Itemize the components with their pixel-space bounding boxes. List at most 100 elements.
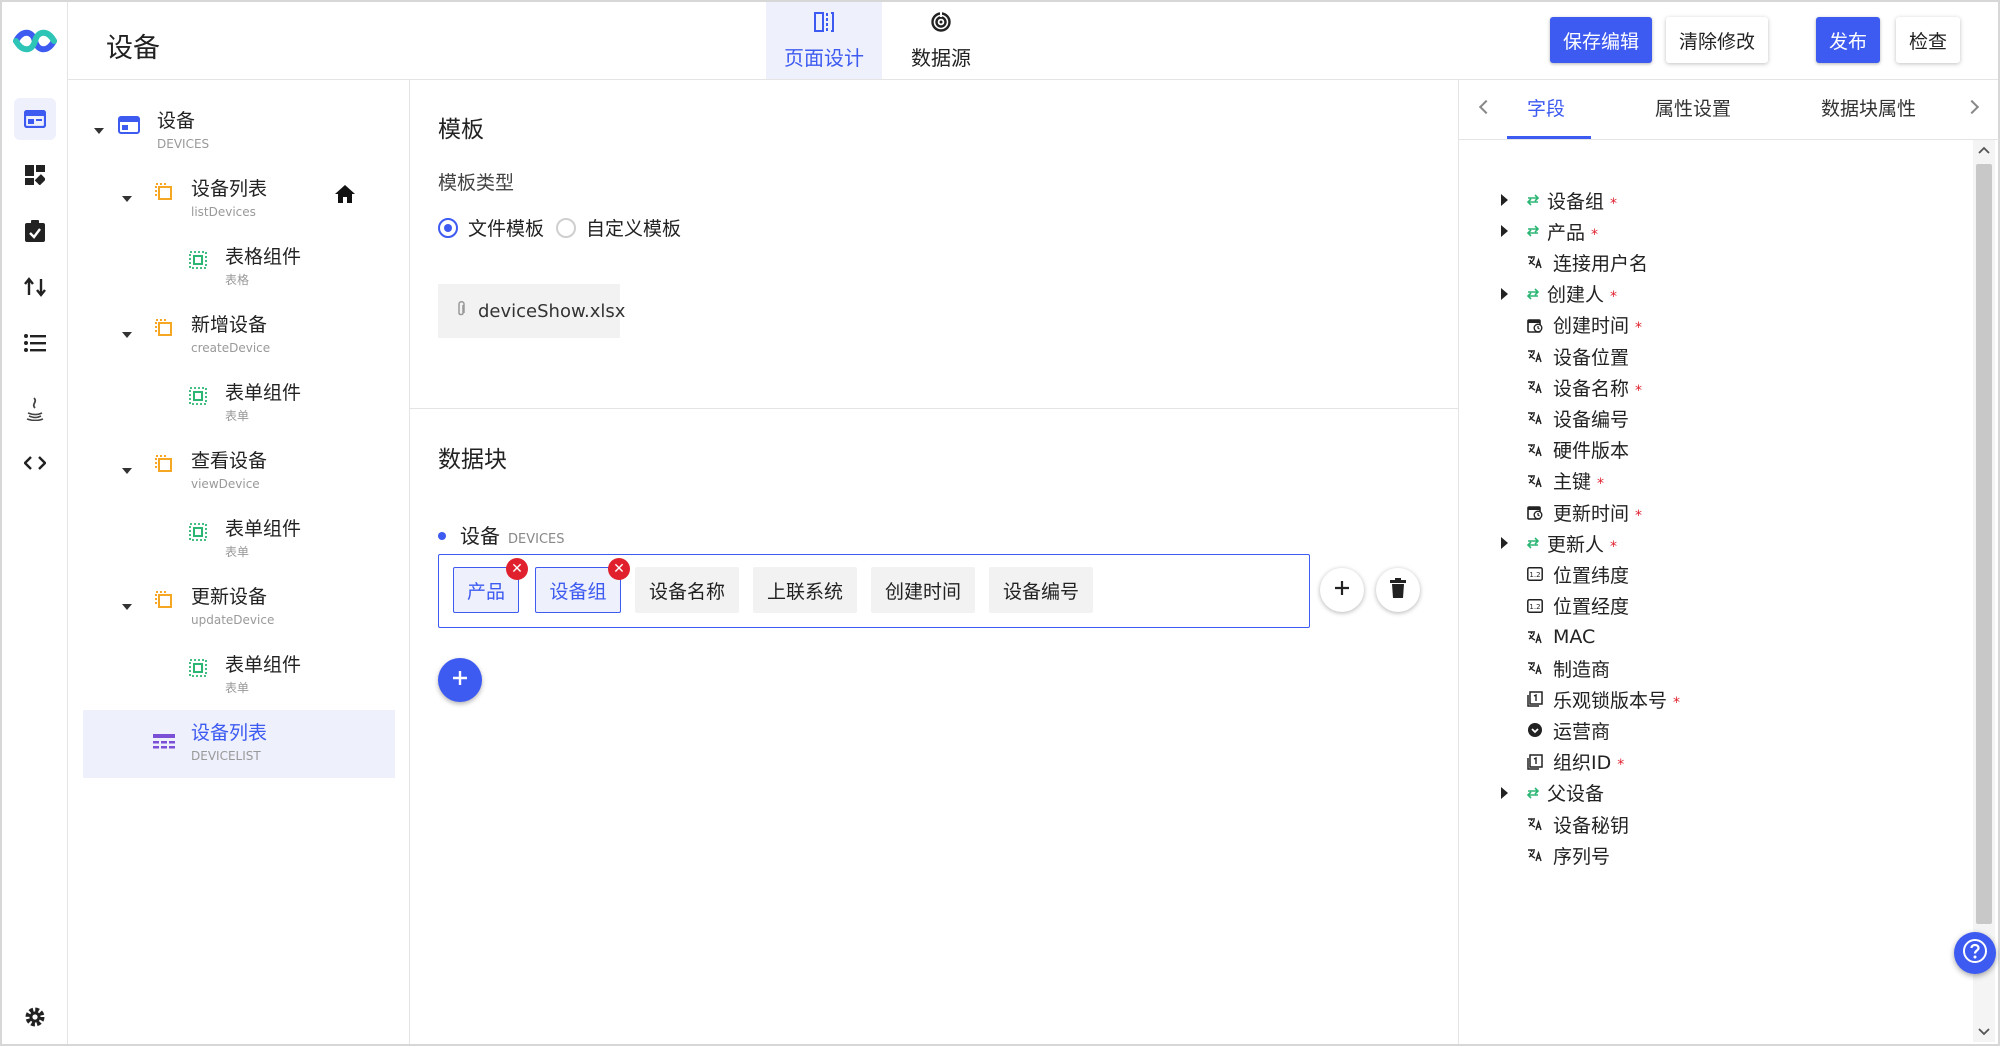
datablock-field-box[interactable]: 产品 ✕ 设备组 ✕ 设备名称 上联系统 创建时间 设备编号 xyxy=(438,554,1310,628)
tree-node-update-device[interactable]: 更新设备 updateDevice xyxy=(68,586,388,632)
enum-icon xyxy=(1525,720,1545,740)
chevron-right-icon[interactable] xyxy=(1964,99,1980,115)
tab-property-settings[interactable]: 属性设置 xyxy=(1655,94,1731,121)
tree-node-form-component[interactable]: 表单组件 表单 xyxy=(68,518,388,564)
tree-node-list-devices[interactable]: 设备列表 listDevices xyxy=(68,178,388,224)
tree-node-sub: 表单 xyxy=(225,409,250,423)
clear-changes-button[interactable]: 清除修改 xyxy=(1666,17,1768,63)
flow-icon[interactable] xyxy=(14,266,56,308)
field-row[interactable]: 设备秘钥 xyxy=(1459,809,1959,839)
field-row[interactable]: 更新人 * xyxy=(1459,528,1959,558)
field-row[interactable]: 设备位置 xyxy=(1459,341,1959,371)
tab-datasource[interactable]: 数据源 xyxy=(883,2,999,79)
tree-node-form-component[interactable]: 表单组件 表单 xyxy=(68,382,388,428)
code-icon[interactable] xyxy=(14,442,56,484)
template-section-title: 模板 xyxy=(438,117,484,143)
template-file-chip[interactable]: deviceShow.xlsx xyxy=(438,284,625,338)
caret-down-icon[interactable] xyxy=(122,468,132,474)
view-node-icon xyxy=(154,182,174,206)
remove-icon[interactable]: ✕ xyxy=(506,558,528,580)
field-row[interactable]: 组织ID * xyxy=(1459,747,1959,777)
tree-node-table-component[interactable]: 表格组件 表格 xyxy=(68,246,388,292)
save-edit-button[interactable]: 保存编辑 xyxy=(1550,17,1652,63)
right-tabs: 字段 属性设置 数据块属性 xyxy=(1459,80,1999,140)
tree-node-create-device[interactable]: 新增设备 createDevice xyxy=(68,314,388,360)
chevron-left-icon[interactable] xyxy=(1478,99,1494,115)
field-chip[interactable]: 产品 ✕ xyxy=(453,558,528,613)
field-chip[interactable]: 设备名称 xyxy=(635,567,739,613)
field-row[interactable]: 运营商 xyxy=(1459,715,1959,745)
help-button[interactable] xyxy=(1954,932,1996,974)
tree-node-form-component[interactable]: 表单组件 表单 xyxy=(68,654,388,700)
field-row[interactable]: 设备组 * xyxy=(1459,185,1959,215)
scrollbar[interactable] xyxy=(1973,140,1995,1042)
tab-datablock-properties[interactable]: 数据块属性 xyxy=(1821,94,1916,121)
radio-checked-icon[interactable] xyxy=(438,217,458,238)
design-canvas: 模板 模板类型 文件模板 自定义模板 deviceShow.xlsx 数据块 设… xyxy=(410,80,1458,1044)
radio-custom-template[interactable]: 自定义模板 xyxy=(556,214,681,241)
tree-node-sub: createDevice xyxy=(191,341,271,355)
scroll-down-icon[interactable] xyxy=(1978,1028,1990,1036)
field-row[interactable]: 1.2 位置纬度 xyxy=(1459,559,1959,589)
gear-icon[interactable] xyxy=(14,996,56,1038)
field-row[interactable]: 设备编号 xyxy=(1459,403,1959,433)
caret-right-icon[interactable] xyxy=(1501,287,1508,300)
field-chip[interactable]: 上联系统 xyxy=(753,567,857,613)
text-icon xyxy=(1525,440,1545,460)
caret-right-icon[interactable] xyxy=(1501,786,1508,799)
add-datablock-button[interactable] xyxy=(438,658,482,702)
field-row[interactable]: 创建时间 * xyxy=(1459,310,1959,340)
tree-node-view-device[interactable]: 查看设备 viewDevice xyxy=(68,450,388,496)
caret-right-icon[interactable] xyxy=(1501,537,1508,550)
scrollbar-thumb[interactable] xyxy=(1976,164,1992,924)
field-row[interactable]: 父设备 xyxy=(1459,778,1959,808)
list-icon[interactable] xyxy=(14,322,56,364)
task-icon[interactable] xyxy=(14,210,56,252)
caret-right-icon[interactable] xyxy=(1501,225,1508,238)
decimal-icon: 1.2 xyxy=(1525,564,1545,584)
field-row[interactable]: 制造商 xyxy=(1459,653,1959,683)
radio-unchecked-icon[interactable] xyxy=(556,217,576,238)
required-mark: * xyxy=(1673,694,1681,711)
tab-fields[interactable]: 字段 xyxy=(1527,94,1565,121)
field-row[interactable]: 主键 * xyxy=(1459,466,1959,496)
field-chip[interactable]: 设备组 ✕ xyxy=(535,558,630,613)
field-row[interactable]: 硬件版本 xyxy=(1459,435,1959,465)
field-row[interactable]: 序列号 xyxy=(1459,840,1959,870)
remove-icon[interactable]: ✕ xyxy=(608,558,630,580)
tab-page-design[interactable]: 页面设计 xyxy=(766,2,882,79)
field-row[interactable]: 设备名称 * xyxy=(1459,372,1959,402)
page-icon[interactable] xyxy=(14,98,56,140)
caret-right-icon[interactable] xyxy=(1501,194,1508,206)
field-row[interactable]: 乐观锁版本号 * xyxy=(1459,684,1959,714)
field-chip-label: 设备组 xyxy=(549,580,607,603)
radio-file-template[interactable]: 文件模板 xyxy=(438,214,544,241)
scroll-up-icon[interactable] xyxy=(1978,146,1990,154)
check-button[interactable]: 检查 xyxy=(1896,17,1960,63)
delete-datablock-button[interactable] xyxy=(1376,568,1420,612)
dashboard-icon[interactable] xyxy=(14,154,56,196)
field-row[interactable]: 更新时间 * xyxy=(1459,497,1959,527)
caret-down-icon[interactable] xyxy=(122,332,132,338)
field-row[interactable]: MAC xyxy=(1459,622,1959,652)
page-design-icon xyxy=(813,11,835,38)
tree-node-label: 表单组件 xyxy=(225,382,302,404)
tree-node-devicelist-selected[interactable]: 设备列表 DEVICELIST xyxy=(83,710,395,778)
caret-down-icon[interactable] xyxy=(94,128,104,134)
field-row[interactable]: 产品 * xyxy=(1459,216,1959,246)
field-row[interactable]: 1.2 位置经度 xyxy=(1459,591,1959,621)
field-label: 创建时间 * xyxy=(1553,315,1643,338)
required-mark: * xyxy=(1610,538,1618,555)
field-chip[interactable]: 设备编号 xyxy=(989,567,1093,613)
field-chip[interactable]: 创建时间 xyxy=(871,567,975,613)
field-row[interactable]: 连接用户名 xyxy=(1459,247,1959,277)
caret-down-icon[interactable] xyxy=(122,196,132,202)
field-chip-label: 产品 xyxy=(466,580,505,603)
add-field-button[interactable] xyxy=(1320,568,1364,612)
tree-root-devices[interactable]: 设备 DEVICES xyxy=(68,110,388,156)
caret-down-icon[interactable] xyxy=(122,604,132,610)
java-icon[interactable] xyxy=(14,388,56,430)
field-row[interactable]: 创建人 * xyxy=(1459,279,1959,309)
publish-button[interactable]: 发布 xyxy=(1816,17,1880,63)
field-label: 位置经度 xyxy=(1553,596,1630,619)
